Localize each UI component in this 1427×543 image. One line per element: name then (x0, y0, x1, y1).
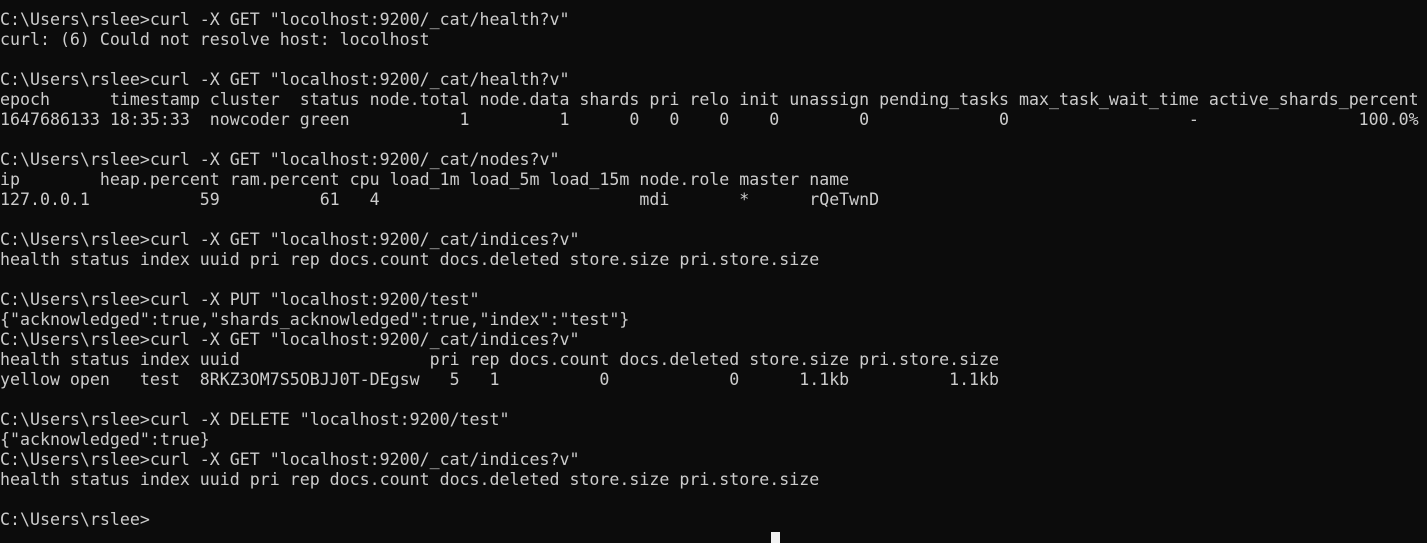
command-line: C:\Users\rslee>curl -X GET "localhost:92… (0, 70, 570, 89)
indices-header-row: health status index uuid pri rep docs.co… (0, 350, 1000, 369)
command-line: C:\Users\rslee>curl -X DELETE "localhost… (0, 410, 510, 429)
current-prompt[interactable]: C:\Users\rslee> (0, 510, 1427, 530)
nodes-header-row: ip heap.percent ram.percent cpu load_1m … (0, 170, 850, 189)
command-line: C:\Users\rslee>curl -X PUT "localhost:92… (0, 290, 480, 309)
console-window[interactable]: { "terminal": { "lines": [ "C:\\Users\\r… (0, 0, 1427, 543)
health-data-row: 1647686133 18:35:33 nowcoder green 1 1 0… (0, 110, 1419, 129)
nodes-data-row: 127.0.0.1 59 61 4 mdi * rQeTwnD (0, 190, 880, 209)
command-line: C:\Users\rslee>curl -X GET "localhost:92… (0, 150, 560, 169)
command-line: C:\Users\rslee>curl -X GET "localhost:92… (0, 330, 580, 349)
json-response-line: {"acknowledged":true} (0, 430, 210, 449)
json-response-line: {"acknowledged":true,"shards_acknowledge… (0, 310, 630, 329)
health-header-row: epoch timestamp cluster status node.tota… (0, 90, 1419, 109)
indices-data-row: yellow open test 8RKZ3OM7S5OBJJ0T-DEgsw … (0, 370, 1000, 389)
command-line: C:\Users\rslee>curl -X GET "localhost:92… (0, 230, 580, 249)
text-cursor (771, 532, 780, 543)
indices-header-row: health status index uuid pri rep docs.co… (0, 470, 820, 489)
command-line: C:\Users\rslee>curl -X GET "localhost:92… (0, 450, 580, 469)
terminal-output[interactable]: C:\Users\rslee>curl -X GET "locolhost:92… (0, 10, 1427, 543)
error-output-line: curl: (6) Could not resolve host: locolh… (0, 30, 430, 49)
command-line: C:\Users\rslee>curl -X GET "locolhost:92… (0, 10, 570, 29)
indices-header-row: health status index uuid pri rep docs.co… (0, 250, 820, 269)
